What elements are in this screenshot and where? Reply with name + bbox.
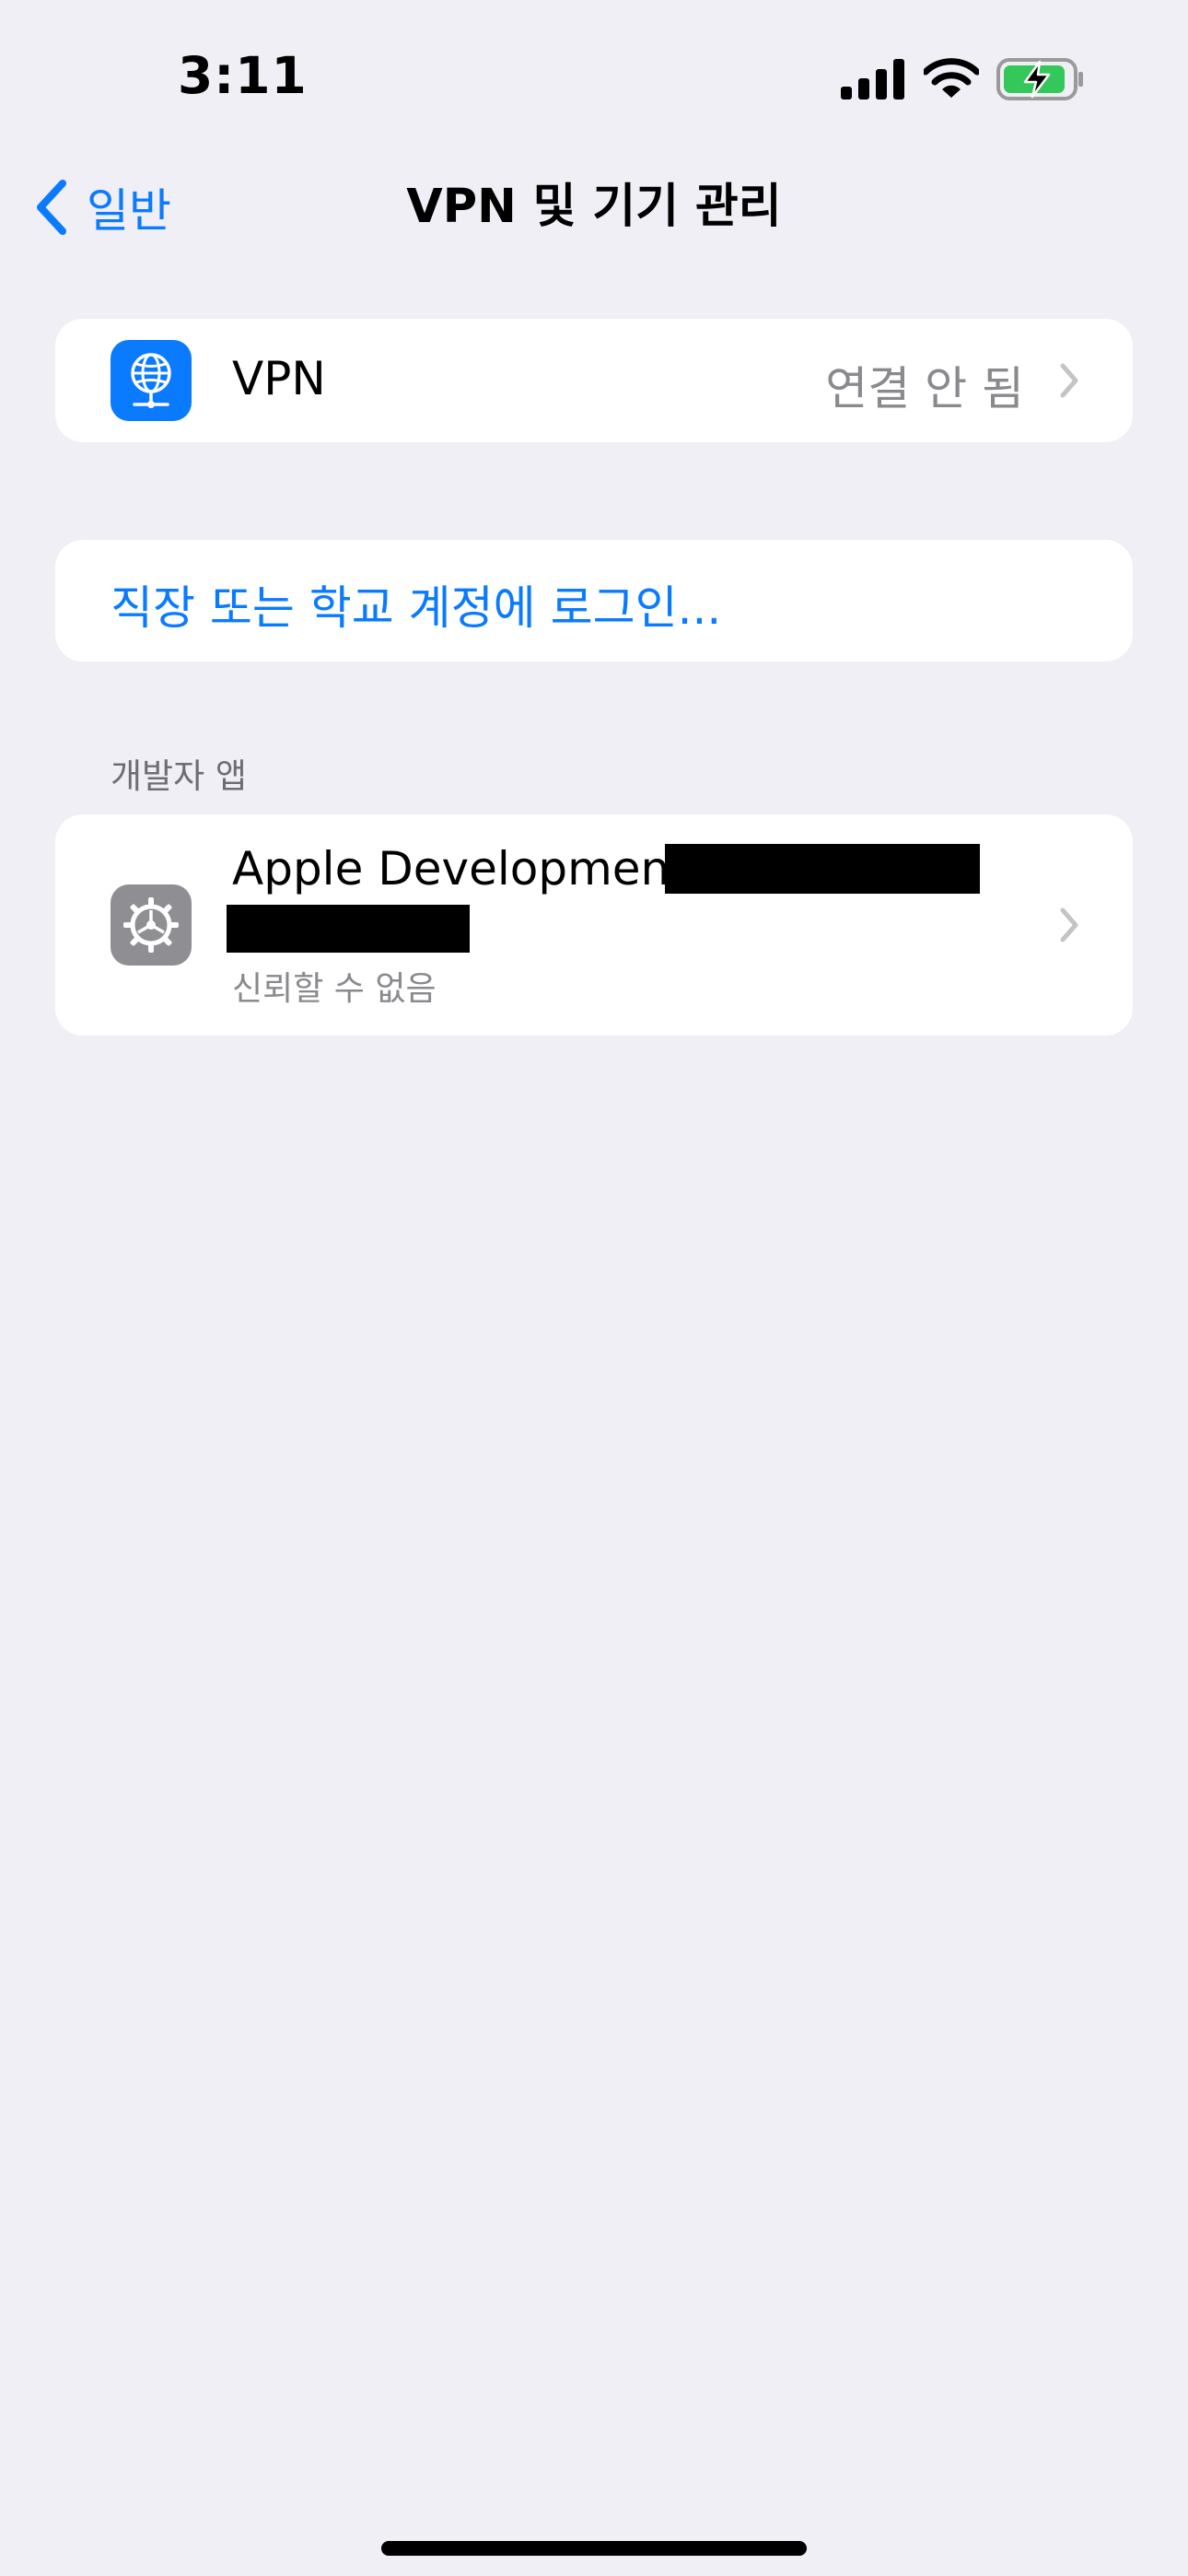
- redacted-block: [665, 844, 980, 894]
- redacted-block: [227, 905, 470, 953]
- developer-app-title: Apple Development:: [232, 842, 704, 896]
- vpn-row[interactable]: VPN 연결 안 됨: [55, 319, 1133, 442]
- developer-app-trust-status: 신뢰할 수 없음: [232, 970, 437, 1008]
- vpn-group: VPN 연결 안 됨: [55, 319, 1133, 442]
- developer-apps-group: Apple Development: 신뢰할 수 없음: [55, 814, 1133, 1036]
- home-indicator[interactable]: [381, 2541, 807, 2556]
- vpn-row-title: VPN: [232, 352, 326, 405]
- status-time: 3:11: [178, 46, 308, 105]
- vpn-status-value: 연결 안 됨: [825, 362, 1024, 416]
- work-school-login-link[interactable]: 직장 또는 학교 계정에 로그인...: [111, 571, 721, 638]
- status-bar: 3:11: [0, 0, 1188, 147]
- chevron-right-icon: [1060, 363, 1078, 398]
- login-group: 직장 또는 학교 계정에 로그인...: [55, 540, 1133, 662]
- chevron-right-icon: [1060, 907, 1078, 943]
- battery-charging-icon: [996, 58, 1083, 100]
- wifi-icon: [924, 58, 979, 98]
- work-school-login-row[interactable]: 직장 또는 학교 계정에 로그인...: [55, 540, 1133, 662]
- settings-gear-icon: [111, 884, 192, 966]
- developer-app-row[interactable]: Apple Development: 신뢰할 수 없음: [55, 814, 1133, 1036]
- vpn-globe-icon: [111, 340, 192, 421]
- cellular-signal-icon: [841, 59, 904, 100]
- page-title: VPN 및 기기 관리: [406, 180, 782, 234]
- navigation-bar: 일반 VPN 및 기기 관리: [0, 166, 1188, 249]
- developer-apps-header: 개발자 앱: [111, 756, 247, 796]
